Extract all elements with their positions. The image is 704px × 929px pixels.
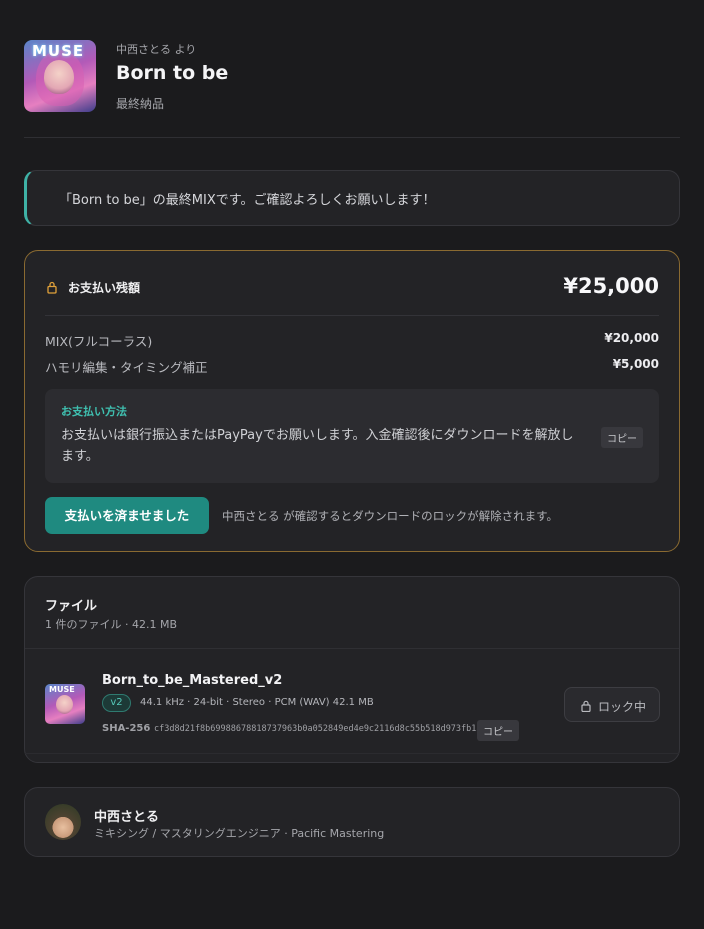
line-item-name: MIX(フルコーラス): [45, 334, 153, 349]
line-item: MIX(フルコーラス) ¥20,000: [45, 331, 659, 350]
locked-download-button[interactable]: ロック中: [564, 687, 660, 722]
unlock-note: 中西さとる が確認するとダウンロードのロックが解除されます。: [222, 509, 559, 523]
lock-icon: [47, 281, 57, 294]
message-text: 「Born to be」の最終MIXです。ご確認よろしくお願いします！: [59, 193, 436, 208]
files-divider: [25, 648, 679, 649]
lock-icon: [581, 700, 591, 712]
engineer-profile-card: 中西さとる ミキシング / マスタリングエンジニア · Pacific Mast…: [24, 787, 680, 857]
payment-method-box: お支払い方法 お支払いは銀行振込またはPayPayでお願いします。入金確認後にダ…: [45, 389, 659, 483]
avatar: [45, 804, 81, 840]
lock-label: ロック中: [598, 700, 647, 714]
sender-label: 中西さとる より: [116, 43, 197, 56]
mark-paid-button[interactable]: 支払いを済ませました: [45, 497, 209, 534]
balance-total: ¥25,000: [563, 274, 659, 298]
files-card: ファイル 1 件のファイル · 42.1 MB MUSE Born_to_be_…: [24, 576, 680, 763]
sha-hash: cf3d8d21f8b69988678818737963b0a052849ed4…: [154, 724, 482, 734]
file-name: Born_to_be_Mastered_v2: [102, 673, 283, 688]
payment-divider: [45, 315, 659, 316]
sender-message: 「Born to be」の最終MIXです。ご確認よろしくお願いします！: [24, 170, 680, 226]
header-divider: [24, 137, 680, 138]
payment-method-label: お支払い方法: [61, 405, 127, 418]
files-title: ファイル: [45, 599, 98, 614]
engineer-name: 中西さとる: [94, 810, 160, 825]
line-item-name: ハモリ編集・タイミング補正: [45, 360, 208, 375]
page-title: Born to be: [116, 62, 229, 84]
line-item-amount: ¥5,000: [612, 357, 659, 371]
delivery-type: 最終納品: [116, 97, 165, 111]
line-item-amount: ¥20,000: [604, 331, 659, 345]
thumb-logo-text: MUSE: [49, 685, 75, 694]
version-badge: v2: [102, 694, 131, 712]
file-row-divider: [25, 753, 679, 754]
engineer-role: ミキシング / マスタリングエンジニア · Pacific Mastering: [94, 827, 385, 840]
files-summary: 1 件のファイル · 42.1 MB: [45, 618, 178, 631]
line-item: ハモリ編集・タイミング補正 ¥5,000: [45, 357, 659, 376]
copy-sha-button[interactable]: コピー: [477, 720, 519, 741]
delivery-header: MUSE 中西さとる より Born to be 最終納品: [24, 40, 680, 112]
file-thumbnail: MUSE: [45, 684, 85, 724]
balance-label: お支払い残額: [68, 281, 141, 295]
payment-card: お支払い残額 ¥25,000 MIX(フルコーラス) ¥20,000 ハモリ編集…: [24, 250, 680, 552]
payment-method-text: お支払いは銀行振込またはPayPayでお願いします。入金確認後にダウンロードを解…: [61, 428, 574, 464]
sha-label: SHA-256: [102, 723, 151, 734]
copy-payment-method-button[interactable]: コピー: [601, 427, 643, 448]
album-cover-image: MUSE: [24, 40, 96, 112]
file-specs: 44.1 kHz · 24-bit · Stereo · PCM (WAV) 4…: [140, 697, 374, 708]
cover-logo-text: MUSE: [32, 42, 85, 60]
